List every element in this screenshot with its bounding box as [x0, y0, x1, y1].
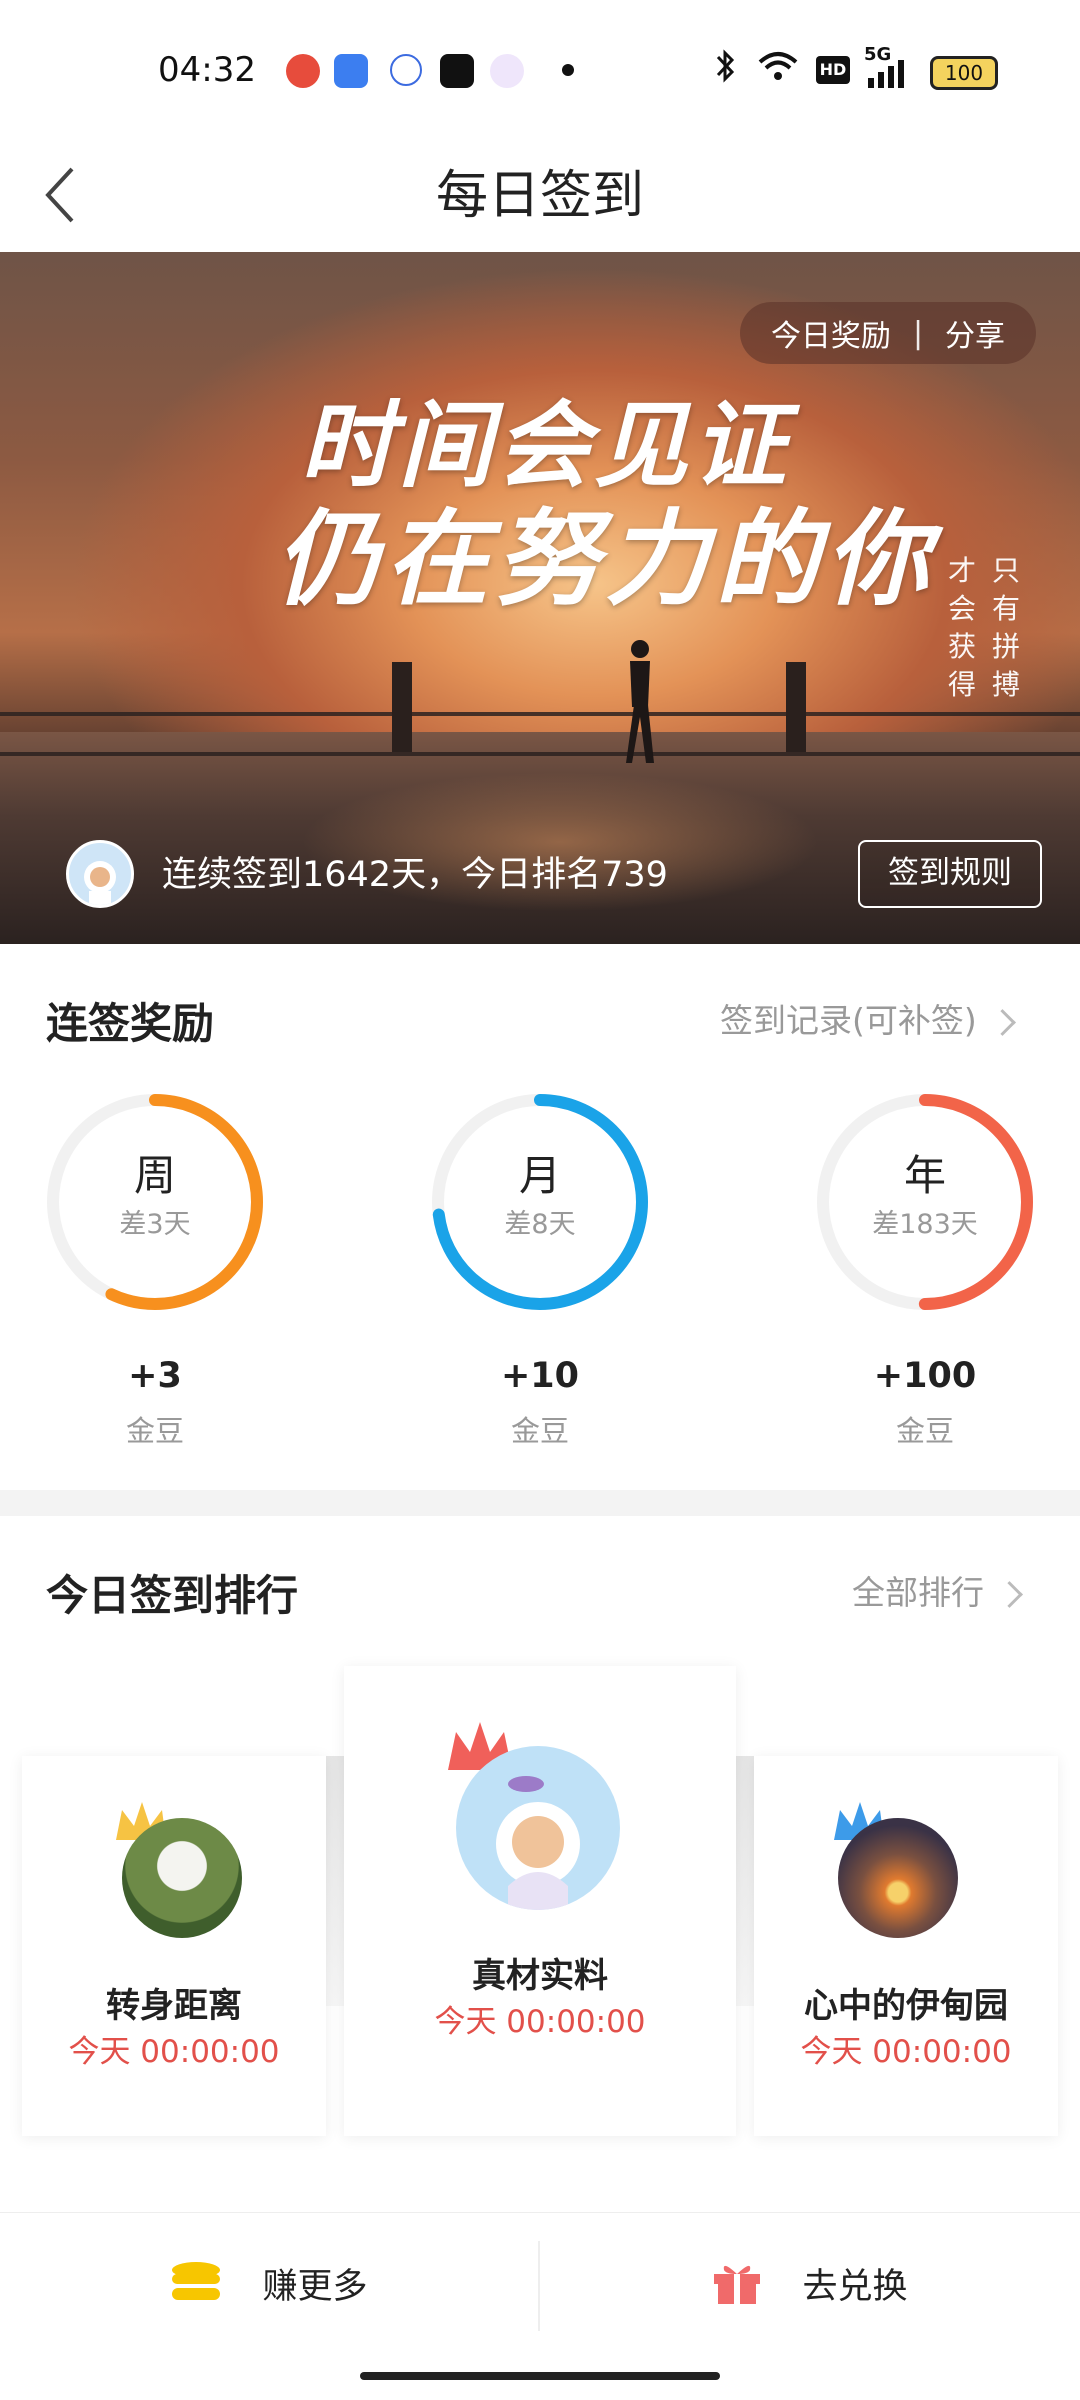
bluetooth-icon	[714, 48, 738, 91]
week-reward-unit: 金豆	[125, 1414, 184, 1448]
month-remaining: 差8天	[504, 1209, 576, 1240]
bottom-bar: 赚更多 去兑换	[0, 2212, 1080, 2353]
earn-more-button[interactable]: 赚更多	[0, 2213, 538, 2353]
notification-app-icon	[390, 54, 422, 86]
rank-time: 今天 00:00:00	[800, 2034, 1012, 2070]
rank-card-second[interactable]: 转身距离 今天 00:00:00	[22, 1756, 326, 2136]
week-label: 周	[133, 1151, 176, 1200]
banner-post	[786, 662, 806, 752]
rank-time: 今天 00:00:00	[434, 2004, 646, 2040]
avatar	[838, 1818, 958, 1938]
month-label: 月	[518, 1151, 561, 1200]
week-remaining: 差3天	[119, 1209, 191, 1240]
banner-vertical-text-left: 才会获得	[947, 554, 976, 701]
signal-icon	[866, 60, 916, 92]
banner-post	[392, 662, 412, 752]
year-label: 年	[903, 1151, 946, 1200]
ranking-title: 今日签到排行	[46, 1571, 299, 1620]
streak-text: 连续签到1642天，今日排名739	[162, 855, 668, 895]
chevron-left-icon	[45, 167, 74, 223]
coins-icon	[172, 2262, 221, 2300]
walking-person-silhouette	[626, 640, 654, 763]
banner: 时间会见证 仍在努力的你 只有拼搏 才会获得 今日奖励 | 分享 连续签到164…	[0, 252, 1080, 944]
month-reward-unit: 金豆	[510, 1414, 569, 1448]
avatar	[122, 1818, 242, 1938]
year-reward-unit: 金豆	[895, 1414, 954, 1448]
status-time: 04:32	[158, 50, 256, 90]
rank-name: 真材实料	[472, 1956, 608, 1996]
year-remaining: 差183天	[872, 1209, 978, 1240]
status-bar: 04:32 HD 5G 100	[0, 0, 1080, 140]
rank-card-third[interactable]: 心中的伊甸园 今天 00:00:00	[754, 1756, 1058, 2136]
avatar	[456, 1746, 620, 1910]
notification-app-icon	[440, 54, 474, 88]
rank-card-first[interactable]: 真材实料 今天 00:00:00	[344, 1666, 736, 2136]
back-button[interactable]	[20, 150, 100, 240]
week-reward-value: +3	[128, 1356, 182, 1396]
banner-railing	[0, 712, 1080, 756]
checkin-record-link[interactable]: 签到记录(可补签)	[720, 994, 1016, 1042]
hd-icon: HD	[816, 56, 850, 84]
share-link[interactable]: 分享	[945, 311, 1005, 355]
battery-icon: 100	[930, 56, 998, 90]
home-indicator[interactable]	[360, 2372, 720, 2380]
more-notifications-dot	[562, 64, 574, 76]
month-reward-value: +10	[500, 1356, 580, 1396]
streak-rewards-title: 连签奖励	[46, 999, 215, 1048]
banner-vertical-text-right: 只有拼搏	[991, 554, 1020, 701]
rank-time: 今天 00:00:00	[68, 2034, 280, 2070]
reward-share-pill: 今日奖励 | 分享	[740, 302, 1036, 364]
notification-app-icon	[334, 54, 368, 88]
banner-headline-2: 仍在努力的你	[275, 498, 936, 620]
earn-more-label: 赚更多	[262, 2266, 368, 2307]
header: 每日签到	[0, 140, 1080, 252]
rank-name: 转身距离	[106, 1986, 242, 2026]
chevron-right-icon	[996, 1581, 1023, 1608]
gift-icon	[714, 2265, 761, 2304]
year-reward-value: +100	[873, 1356, 977, 1396]
chevron-right-icon	[988, 1009, 1016, 1036]
all-ranking-link[interactable]: 全部排行	[852, 1566, 1023, 1614]
page-title: 每日签到	[435, 166, 644, 226]
redeem-label: 去兑换	[802, 2266, 908, 2307]
rank-name: 心中的伊甸园	[804, 1986, 1008, 2026]
pill-separator: |	[912, 315, 924, 351]
notification-app-icon	[286, 54, 320, 88]
redeem-button[interactable]: 去兑换	[540, 2213, 1080, 2353]
avatar[interactable]	[66, 840, 134, 908]
notification-app-icon	[490, 54, 524, 88]
checkin-rules-button[interactable]: 签到规则	[858, 840, 1042, 908]
section-divider	[0, 1490, 1080, 1516]
checkin-record-label: 签到记录(可补签)	[720, 1001, 977, 1040]
wifi-icon	[756, 48, 800, 91]
today-reward-link[interactable]: 今日奖励	[771, 311, 891, 355]
all-ranking-label: 全部排行	[852, 1573, 984, 1612]
